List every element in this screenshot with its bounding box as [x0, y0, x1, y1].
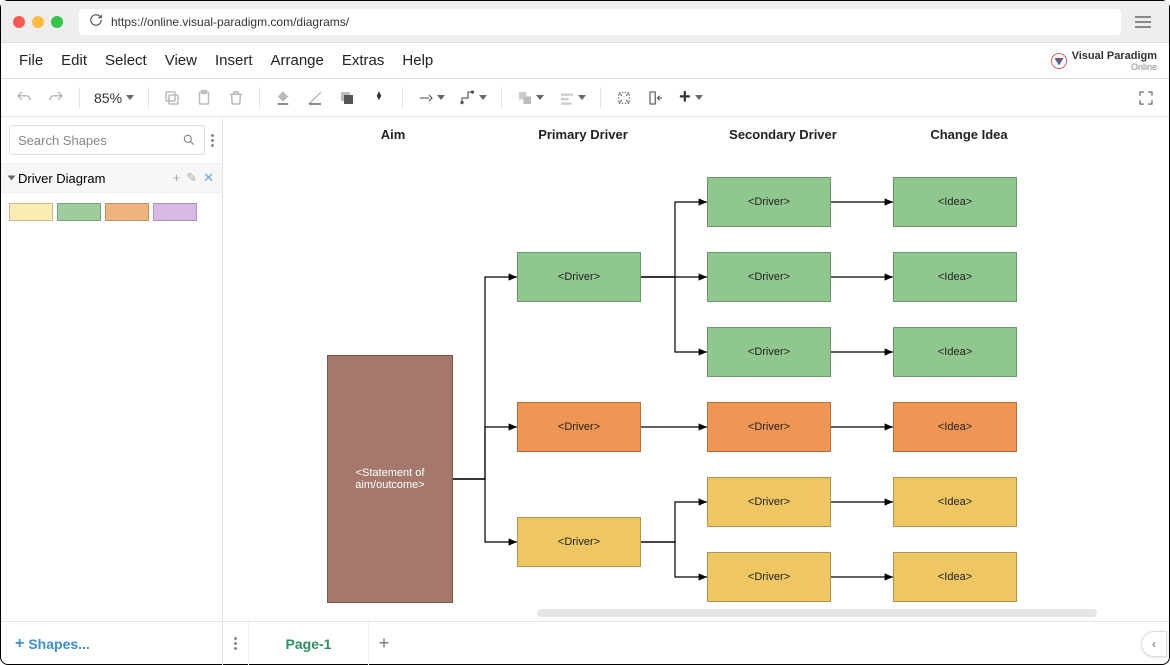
hamburger-icon[interactable]	[1129, 11, 1157, 33]
style-button[interactable]	[370, 89, 388, 107]
shape-idea[interactable]	[153, 203, 197, 221]
redo-button[interactable]	[47, 89, 65, 107]
node-secondary-3[interactable]: <Driver>	[707, 327, 831, 377]
search-input[interactable]: Search Shapes	[9, 125, 205, 155]
plus-icon: +	[15, 635, 24, 653]
node-idea-6[interactable]: <Idea>	[893, 552, 1017, 602]
connection-style-button[interactable]	[417, 89, 445, 107]
horizontal-scrollbar[interactable]	[537, 609, 1097, 617]
palette-body	[1, 193, 222, 231]
canvas[interactable]: Aim Primary Driver Secondary Driver Chan…	[223, 117, 1169, 621]
delete-button[interactable]	[227, 89, 245, 107]
paste-button[interactable]	[195, 89, 213, 107]
align-button[interactable]	[558, 89, 586, 107]
node-primary-1[interactable]: <Driver>	[517, 252, 641, 302]
shapes-label: Shapes...	[28, 636, 89, 652]
add-page-button[interactable]: +	[369, 633, 399, 654]
shape-driver-orange[interactable]	[105, 203, 149, 221]
copy-button[interactable]	[163, 89, 181, 107]
close-palette-icon[interactable]: ✕	[203, 170, 214, 186]
node-secondary-4[interactable]: <Driver>	[707, 402, 831, 452]
expand-outline-icon[interactable]: ‹	[1141, 631, 1167, 657]
menu-view[interactable]: View	[165, 52, 197, 69]
palette-title: Driver Diagram	[18, 171, 105, 186]
menu-arrange[interactable]: Arrange	[271, 52, 324, 69]
logo-subtext: Online	[1072, 62, 1157, 72]
logo-text: Visual Paradigm	[1072, 50, 1157, 62]
node-secondary-5[interactable]: <Driver>	[707, 477, 831, 527]
node-idea-1[interactable]: <Idea>	[893, 177, 1017, 227]
node-idea-5[interactable]: <Idea>	[893, 477, 1017, 527]
node-secondary-1[interactable]: <Driver>	[707, 177, 831, 227]
window-controls	[13, 16, 63, 28]
node-primary-3[interactable]: <Driver>	[517, 517, 641, 567]
url-bar[interactable]: https://online.visual-paradigm.com/diagr…	[79, 9, 1121, 35]
collapse-icon	[8, 176, 16, 181]
url-text: https://online.visual-paradigm.com/diagr…	[111, 15, 349, 29]
node-secondary-2[interactable]: <Driver>	[707, 252, 831, 302]
menu-select[interactable]: Select	[105, 52, 147, 69]
node-aim[interactable]: <Statement of aim/outcome>	[327, 355, 453, 603]
zoom-select[interactable]: 85%	[94, 90, 134, 106]
fullscreen-button[interactable]	[1137, 89, 1155, 107]
add-button[interactable]: +	[679, 86, 703, 109]
node-secondary-6[interactable]: <Driver>	[707, 552, 831, 602]
page-menu-icon[interactable]	[223, 622, 249, 665]
palette-header[interactable]: Driver Diagram + ✎ ✕	[1, 163, 222, 193]
node-idea-2[interactable]: <Idea>	[893, 252, 1017, 302]
node-idea-4[interactable]: <Idea>	[893, 402, 1017, 452]
menu-file[interactable]: File	[19, 52, 43, 69]
search-placeholder: Search Shapes	[18, 133, 107, 148]
fit-button[interactable]	[647, 89, 665, 107]
node-idea-3[interactable]: <Idea>	[893, 327, 1017, 377]
undo-button[interactable]	[15, 89, 33, 107]
search-icon	[182, 133, 196, 147]
logo[interactable]: Visual Paradigm Online	[1050, 50, 1157, 72]
shadow-button[interactable]	[338, 89, 356, 107]
toolbar: 85% +	[1, 79, 1169, 117]
line-color-button[interactable]	[306, 89, 324, 107]
more-shapes-button[interactable]: + Shapes...	[1, 622, 223, 665]
menu-edit[interactable]: Edit	[61, 52, 87, 69]
close-window-icon[interactable]	[13, 16, 25, 28]
waypoints-button[interactable]	[459, 89, 487, 107]
fill-color-button[interactable]	[274, 89, 292, 107]
edit-palette-icon[interactable]: ✎	[186, 170, 197, 186]
browser-chrome: https://online.visual-paradigm.com/diagr…	[1, 1, 1169, 43]
maximize-window-icon[interactable]	[51, 16, 63, 28]
add-palette-icon[interactable]: +	[173, 170, 181, 186]
menu-insert[interactable]: Insert	[215, 52, 253, 69]
shape-aim[interactable]	[9, 203, 53, 221]
page-tab-1[interactable]: Page-1	[249, 622, 369, 665]
zoom-value: 85%	[94, 90, 122, 106]
menu-extras[interactable]: Extras	[342, 52, 385, 69]
autosize-button[interactable]	[615, 89, 633, 107]
footer: + Shapes... Page-1 + ‹	[1, 621, 1169, 665]
reload-icon[interactable]	[89, 13, 103, 30]
sidebar: Search Shapes Driver Diagram + ✎ ✕	[1, 117, 223, 621]
menu-help[interactable]: Help	[402, 52, 433, 69]
to-front-button[interactable]	[516, 89, 544, 107]
shape-driver-green[interactable]	[57, 203, 101, 221]
minimize-window-icon[interactable]	[32, 16, 44, 28]
more-shapes-menu-icon[interactable]	[211, 134, 214, 147]
node-primary-2[interactable]: <Driver>	[517, 402, 641, 452]
menu-bar: File Edit Select View Insert Arrange Ext…	[1, 43, 1169, 79]
